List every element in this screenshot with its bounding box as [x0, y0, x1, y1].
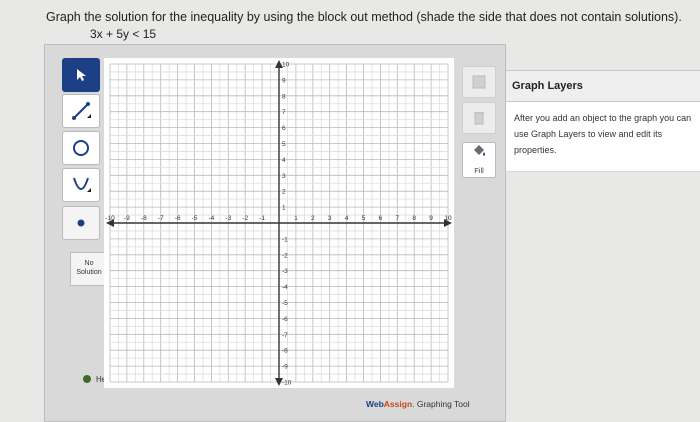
point-tool-button[interactable]: [62, 206, 100, 240]
x-tick-label: 7: [395, 215, 399, 222]
x-tick-label: -1: [259, 215, 265, 222]
y-tick-label: 1: [282, 205, 286, 212]
x-tick-label: -3: [225, 215, 231, 222]
y-tick-label: 7: [282, 109, 286, 116]
fill-label: Fill: [474, 166, 484, 175]
paint-bucket-icon: [474, 145, 485, 156]
axes: [106, 60, 452, 386]
y-tick-label: -8: [282, 348, 288, 355]
graph-layers-header[interactable]: Graph Layers: [506, 70, 700, 102]
x-tick-label: -6: [175, 215, 181, 222]
x-tick-label: -4: [209, 215, 215, 222]
graph-side-controls: Fill: [458, 58, 500, 388]
line-icon: [72, 102, 91, 120]
line-tool-button[interactable]: [62, 94, 100, 128]
x-tick-label: 8: [412, 215, 416, 222]
y-tick-label: -6: [282, 316, 288, 323]
pointer-tool-button[interactable]: [62, 58, 100, 92]
trash-icon: [474, 112, 484, 125]
palette-icon: [472, 75, 486, 89]
brand-web: Web: [366, 399, 384, 409]
y-tick-label: -5: [282, 300, 288, 307]
graph-layers-panel: After you add an object to the graph you…: [506, 102, 700, 172]
help-icon: [83, 375, 91, 383]
y-tick-label: -2: [282, 252, 288, 259]
circle-tool-button[interactable]: [62, 131, 100, 165]
no-solution-button[interactable]: No Solution: [70, 252, 108, 286]
y-tick-label: -1: [282, 236, 288, 243]
circle-icon: [73, 140, 89, 156]
fill-button[interactable]: Fill: [462, 142, 496, 178]
y-tick-label: 5: [282, 141, 286, 148]
tool-palette: [62, 58, 100, 384]
webassign-brand: WebAssign. Graphing Tool: [366, 399, 470, 409]
color-button[interactable]: [462, 66, 496, 98]
inequality-text: 3x + 5y < 15: [90, 27, 157, 41]
x-tick-label: 5: [362, 215, 366, 222]
y-tick-label: 6: [282, 125, 286, 132]
x-tick-label: -9: [124, 215, 130, 222]
x-tick-label: 2: [311, 215, 315, 222]
x-tick-label: 6: [379, 215, 383, 222]
delete-button[interactable]: [462, 102, 496, 134]
y-tick-label: -9: [282, 364, 288, 371]
x-tick-label: -8: [141, 215, 147, 222]
question-text: Graph the solution for the inequality by…: [46, 10, 682, 24]
point-icon: [77, 219, 85, 227]
x-tick-label: 1: [294, 215, 298, 222]
brand-assign: Assign: [383, 399, 413, 409]
y-tick-label: 2: [282, 189, 286, 196]
x-tick-label: -10: [105, 215, 115, 222]
y-tick-label: 10: [282, 62, 290, 69]
x-tick-label: -7: [158, 215, 164, 222]
y-tick-label: -7: [282, 332, 288, 339]
x-tick-label: -2: [242, 215, 248, 222]
x-tick-label: 3: [328, 215, 332, 222]
y-tick-label: -10: [282, 380, 292, 387]
y-tick-label: -4: [282, 284, 288, 291]
y-tick-label: 4: [282, 157, 286, 164]
y-tick-label: 9: [282, 77, 286, 84]
y-tick-label: 3: [282, 173, 286, 180]
parabola-icon: [73, 177, 91, 192]
y-tick-label: 8: [282, 93, 286, 100]
graph-layers-description: After you add an object to the graph you…: [514, 113, 692, 155]
parabola-tool-button[interactable]: [62, 168, 100, 202]
x-tick-label: -5: [192, 215, 198, 222]
arrow-pointer-icon: [77, 69, 86, 81]
coordinate-plane[interactable]: -10 -9 -8 -7 -6 -5 -4 -3 -2 -1 1 2 3 4 5 6 7 8 9 10 10 9 8 7 6 5 4…: [104, 58, 454, 388]
x-tick-label: 9: [429, 215, 433, 222]
brand-rest: . Graphing Tool: [412, 399, 470, 409]
graph-canvas[interactable]: -10 -9 -8 -7 -6 -5 -4 -3 -2 -1 1 2 3 4 5 6 7 8 9 10 10 9 8 7 6 5 4…: [104, 58, 454, 388]
y-tick-label: -3: [282, 268, 288, 275]
x-tick-label: 4: [345, 215, 349, 222]
x-tick-label: 10: [444, 215, 452, 222]
